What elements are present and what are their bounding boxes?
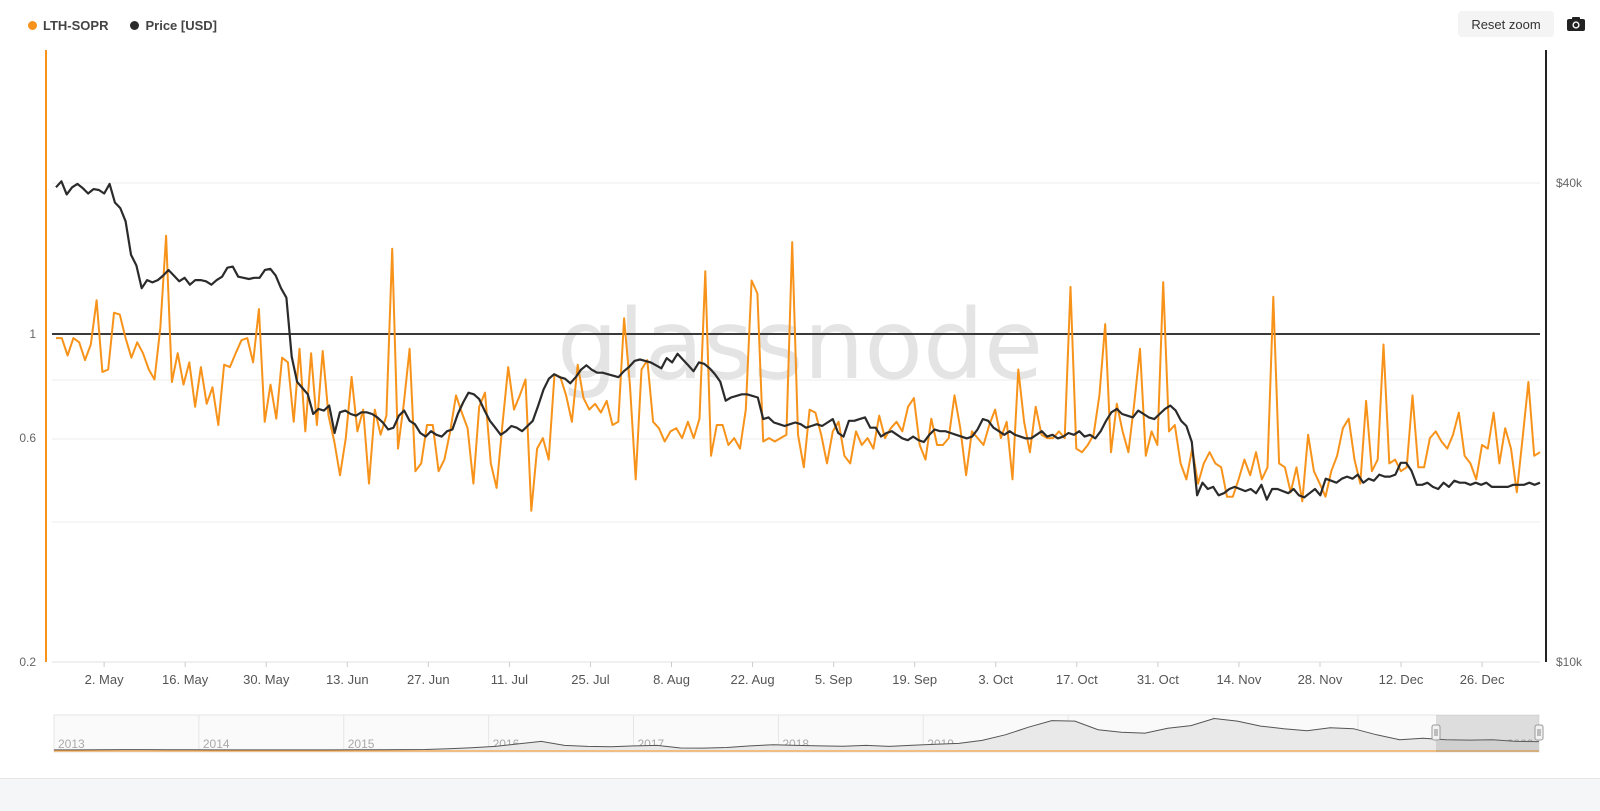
- legend: LTH-SOPR Price [USD]: [28, 18, 217, 33]
- navigator-handle-left[interactable]: [1431, 724, 1441, 741]
- x-tick-label: 5. Sep: [815, 672, 853, 687]
- legend-label-price: Price [USD]: [145, 18, 218, 33]
- x-tick-label: 27. Jun: [407, 672, 450, 687]
- bottom-bar: [0, 778, 1600, 811]
- x-tick-label: 30. May: [243, 672, 290, 687]
- navigator-year-label: 2015: [348, 737, 375, 751]
- x-tick-label: 28. Nov: [1298, 672, 1343, 687]
- left-tick-label: 1: [29, 327, 36, 341]
- chart-svg: glassnode 0.20.61 $10k$40k 2. May 16. May…: [19, 50, 1583, 753]
- navigator-year-label: 2014: [203, 737, 230, 751]
- x-tick-label: 13. Jun: [326, 672, 369, 687]
- camera-icon[interactable]: [1566, 16, 1586, 32]
- right-axis-ticks: $10k $40k: [1556, 176, 1583, 669]
- x-tick-label: 25. Jul: [571, 672, 609, 687]
- x-tick-label: 8. Aug: [653, 672, 690, 687]
- x-tick-label: 12. Dec: [1379, 672, 1424, 687]
- legend-dot-price: [130, 21, 140, 30]
- right-tick-label: $10k: [1556, 655, 1583, 669]
- left-axis-ticks: 0.2 0.6 1: [19, 327, 36, 669]
- x-tick-label: 17. Oct: [1056, 672, 1098, 687]
- left-tick-label: 0.6: [19, 431, 36, 445]
- legend-item-price[interactable]: Price [USD]: [130, 18, 217, 33]
- x-tick-label: 3. Oct: [978, 672, 1013, 687]
- x-axis-ticks: 2. May 16. May 30. May 13. Jun 27. Jun 11. Ju…: [85, 662, 1505, 687]
- navigator-handle-right[interactable]: [1534, 724, 1544, 741]
- navigator[interactable]: 2013201420152016201720182019202020212022…: [53, 714, 1544, 753]
- legend-label-lth-sopr: LTH-SOPR: [43, 18, 109, 33]
- navigator-year-label: 2013: [58, 737, 85, 751]
- legend-item-lth-sopr[interactable]: LTH-SOPR: [28, 18, 108, 33]
- x-tick-label: 11. Jul: [491, 672, 528, 687]
- x-tick-label: 2. May: [85, 672, 125, 687]
- x-tick-label: 19. Sep: [892, 672, 937, 687]
- x-tick-label: 16. May: [162, 672, 209, 687]
- x-tick-label: 26. Dec: [1460, 672, 1505, 687]
- x-tick-label: 31. Oct: [1137, 672, 1179, 687]
- left-tick-label: 0.2: [19, 655, 36, 669]
- x-tick-label: 14. Nov: [1217, 672, 1262, 687]
- reset-zoom-button[interactable]: Reset zoom: [1458, 11, 1554, 37]
- navigator-selection[interactable]: [1436, 715, 1539, 752]
- right-tick-label: $40k: [1556, 176, 1583, 190]
- legend-dot-lth-sopr: [28, 21, 37, 30]
- x-tick-label: 22. Aug: [731, 672, 775, 687]
